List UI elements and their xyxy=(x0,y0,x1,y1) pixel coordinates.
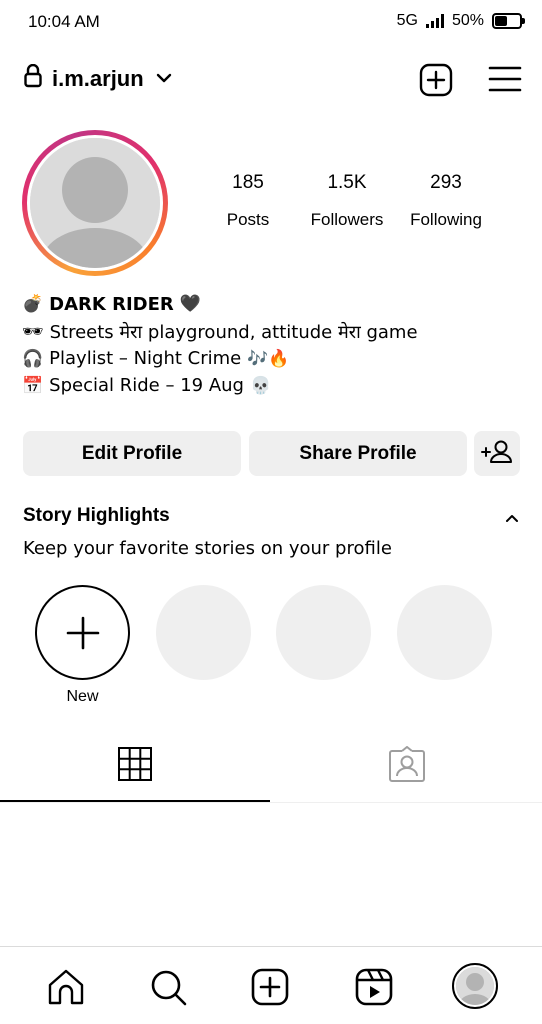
bio-line-text: Streets मेरा playground, attitude मेरा g… xyxy=(49,321,418,343)
stat-posts[interactable]: 185 Posts xyxy=(193,172,303,230)
highlights-title: Story Highlights xyxy=(23,505,170,526)
highlights-subtitle: Keep your favorite stories on your profi… xyxy=(23,538,392,559)
edit-profile-button[interactable]: Edit Profile xyxy=(23,431,241,476)
add-person-icon xyxy=(481,440,512,463)
discover-people-button[interactable] xyxy=(474,431,520,476)
profile-header: i.m.arjun xyxy=(0,56,542,102)
profile-bio: 💣 DARK RIDER 🖤 🕶 Streets मेरा playground… xyxy=(22,290,522,399)
status-time: 10:04 AM xyxy=(28,12,100,31)
stat-label: Followers xyxy=(310,210,384,229)
black-heart-emoji: 🖤 xyxy=(179,294,201,314)
highlight-placeholder xyxy=(276,585,371,680)
bottom-navigation xyxy=(0,946,542,1024)
menu-icon[interactable] xyxy=(488,64,522,94)
status-indicators: 5G 50% xyxy=(396,12,525,30)
network-label: 5G xyxy=(396,12,418,29)
grid-icon xyxy=(118,747,152,781)
battery-percent: 50% xyxy=(451,12,484,29)
new-highlight-label: New xyxy=(66,688,99,705)
skull-emoji: 💀 xyxy=(249,375,272,396)
account-username[interactable]: i.m.arjun xyxy=(52,66,144,92)
music-fire-emoji: 🎶🔥 xyxy=(247,348,290,369)
default-avatar-icon xyxy=(456,967,494,1005)
default-avatar-icon xyxy=(30,138,160,268)
stat-value: 185 xyxy=(232,172,264,193)
bio-line: 🎧 Playlist – Night Crime 🎶🔥 xyxy=(22,345,522,372)
stat-followers[interactable]: 1.5K Followers xyxy=(292,172,402,230)
stat-following[interactable]: 293 Following xyxy=(391,172,501,230)
stat-value: 1.5K xyxy=(327,172,367,193)
new-highlight-button[interactable] xyxy=(35,585,130,680)
display-name: DARK RIDER xyxy=(49,293,174,315)
bio-name: 💣 DARK RIDER 🖤 xyxy=(22,290,522,318)
stat-label: Posts xyxy=(226,210,270,229)
search-icon[interactable] xyxy=(146,965,190,1009)
profile-tab-avatar[interactable] xyxy=(452,963,498,1009)
headphones-emoji: 🎧 xyxy=(22,348,44,369)
signal-icon xyxy=(425,14,444,28)
status-bar: 10:04 AM 5G 50% xyxy=(0,0,542,44)
create-post-icon[interactable] xyxy=(248,965,292,1009)
stat-label: Following xyxy=(410,210,482,229)
chevron-up-icon[interactable] xyxy=(504,510,520,526)
calendar-emoji: 📅 xyxy=(22,375,44,396)
bio-line-text: Special Ride – 19 Aug xyxy=(49,375,244,396)
home-icon[interactable] xyxy=(44,965,88,1009)
reels-icon[interactable] xyxy=(352,965,396,1009)
highlight-placeholder xyxy=(397,585,492,680)
lock-icon xyxy=(24,64,42,88)
bio-line-text: Playlist – Night Crime xyxy=(49,348,242,369)
battery-fill xyxy=(495,16,507,26)
tab-posts-grid[interactable] xyxy=(0,740,270,800)
tabs-divider xyxy=(0,802,542,803)
create-icon[interactable] xyxy=(418,62,454,98)
stat-value: 293 xyxy=(430,172,462,193)
bomb-emoji: 💣 xyxy=(22,294,44,314)
highlight-placeholder xyxy=(156,585,251,680)
share-profile-button[interactable]: Share Profile xyxy=(249,431,467,476)
bio-line: 📅 Special Ride – 19 Aug 💀 xyxy=(22,372,522,399)
tagged-icon xyxy=(389,746,425,782)
profile-avatar-ring[interactable] xyxy=(22,130,168,276)
bio-line: 🕶 Streets मेरा playground, attitude मेरा… xyxy=(22,318,522,345)
profile-stats: 185 Posts 1.5K Followers 293 Following xyxy=(200,172,500,242)
sunglasses-emoji: 🕶 xyxy=(22,321,44,342)
profile-avatar xyxy=(30,138,160,268)
battery-icon xyxy=(492,13,525,29)
tab-tagged[interactable] xyxy=(272,740,542,800)
chevron-down-icon[interactable] xyxy=(156,70,172,86)
plus-icon xyxy=(66,616,100,650)
